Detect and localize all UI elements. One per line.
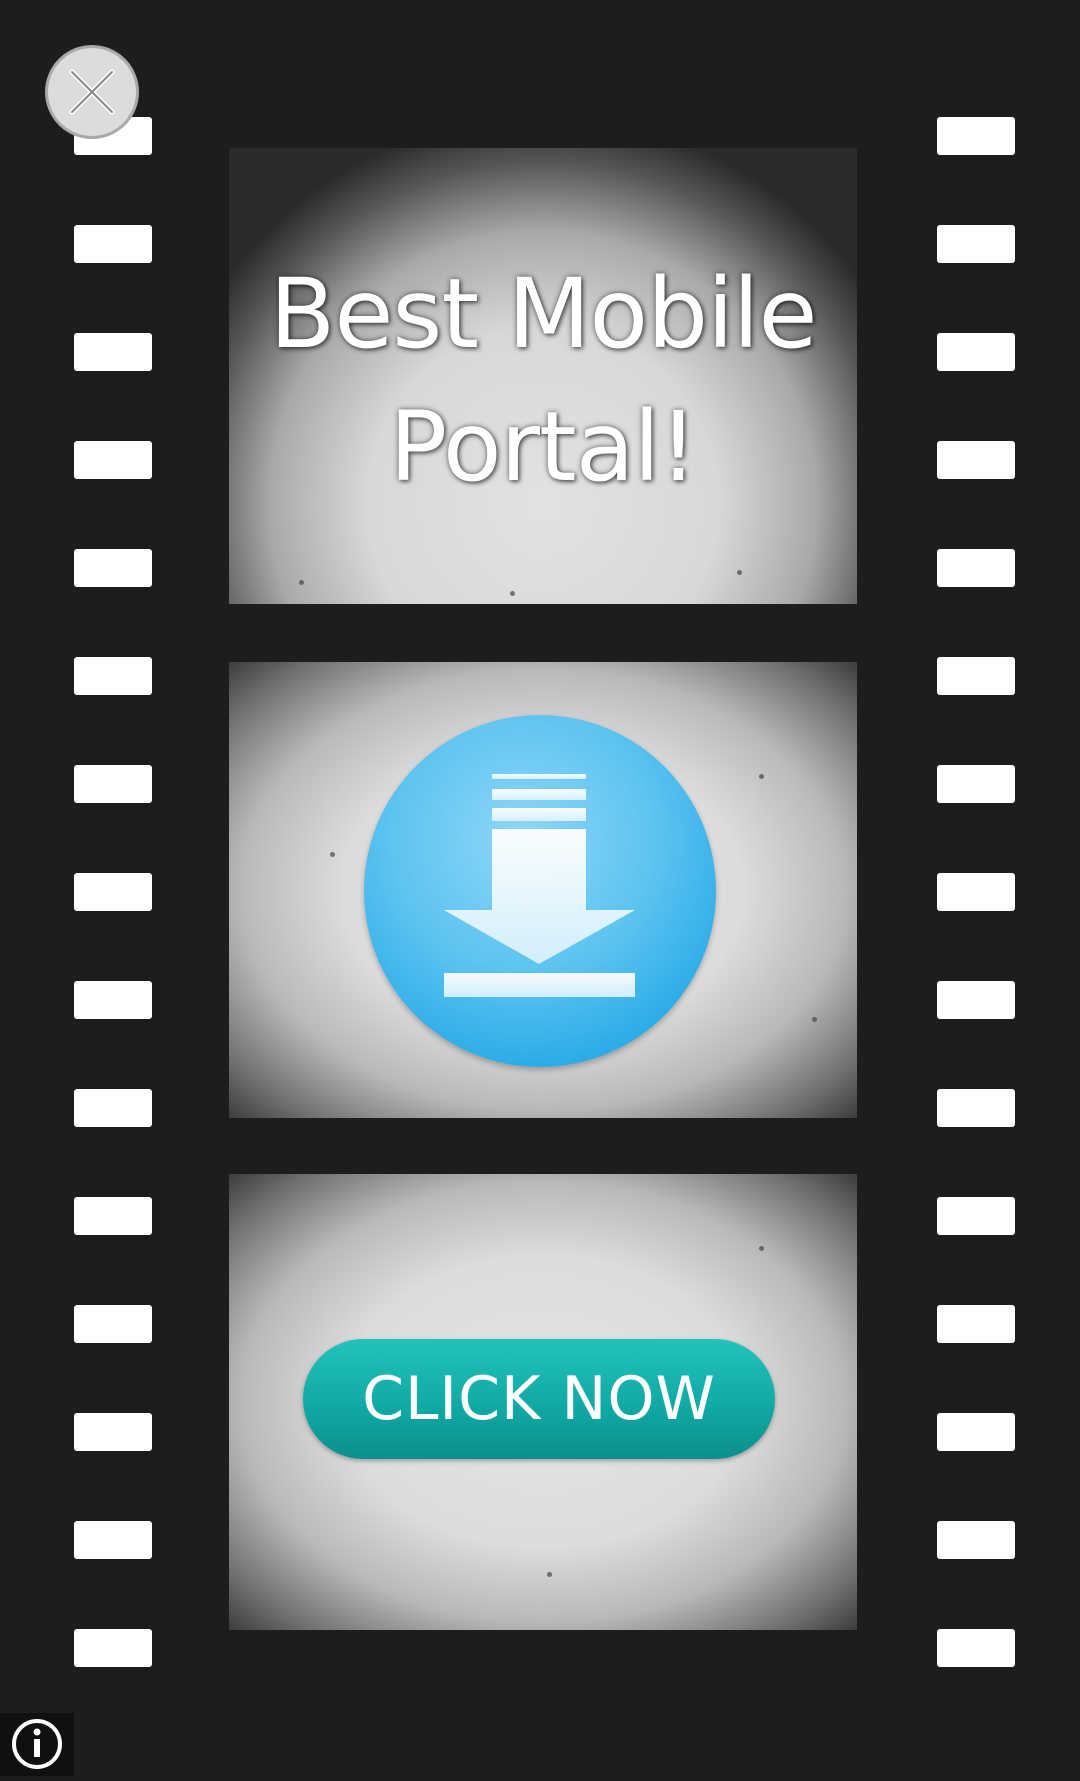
sprocket-hole [937,333,1015,371]
sprocket-hole [74,333,152,371]
sprocket-hole [74,441,152,479]
sprocket-hole [937,873,1015,911]
film-frame-download[interactable] [229,662,857,1118]
sprocket-hole [937,549,1015,587]
headline-line-1: Best Mobile [269,258,818,370]
sprocket-hole [937,981,1015,1019]
sprocket-hole [937,1521,1015,1559]
click-now-button[interactable]: CLICK NOW [303,1339,775,1459]
ad-interstitial: Best Mobile Portal! CLICK NOW [0,0,1080,1776]
sprocket-hole [937,117,1015,155]
sprocket-hole [74,657,152,695]
sprocket-hole [74,981,152,1019]
info-icon [12,1719,62,1769]
sprocket-hole [937,1413,1015,1451]
sprocket-hole [74,1089,152,1127]
sprocket-hole [937,225,1015,263]
sprocket-hole [937,441,1015,479]
close-button[interactable] [45,45,139,139]
sprocket-hole [937,1197,1015,1235]
sprocket-hole [74,549,152,587]
ad-info-button[interactable] [0,1713,74,1776]
download-icon[interactable] [364,715,716,1067]
sprocket-hole [74,1629,152,1667]
sprocket-hole [937,765,1015,803]
film-frame-headline[interactable]: Best Mobile Portal! [229,148,857,604]
sprocket-hole [937,1629,1015,1667]
sprocket-hole [74,765,152,803]
headline: Best Mobile Portal! [229,248,857,514]
download-arrow-glyph [444,774,635,997]
sprocket-hole [74,1197,152,1235]
sprocket-hole [74,225,152,263]
sprocket-hole [937,657,1015,695]
sprocket-hole [937,1305,1015,1343]
headline-line-2: Portal! [389,391,697,503]
sprocket-hole [74,873,152,911]
sprocket-hole [937,1089,1015,1127]
sprocket-hole [74,1413,152,1451]
sprocket-hole [74,1305,152,1343]
sprocket-hole [74,1521,152,1559]
close-icon [69,69,115,115]
film-frame-cta[interactable]: CLICK NOW [229,1174,857,1630]
